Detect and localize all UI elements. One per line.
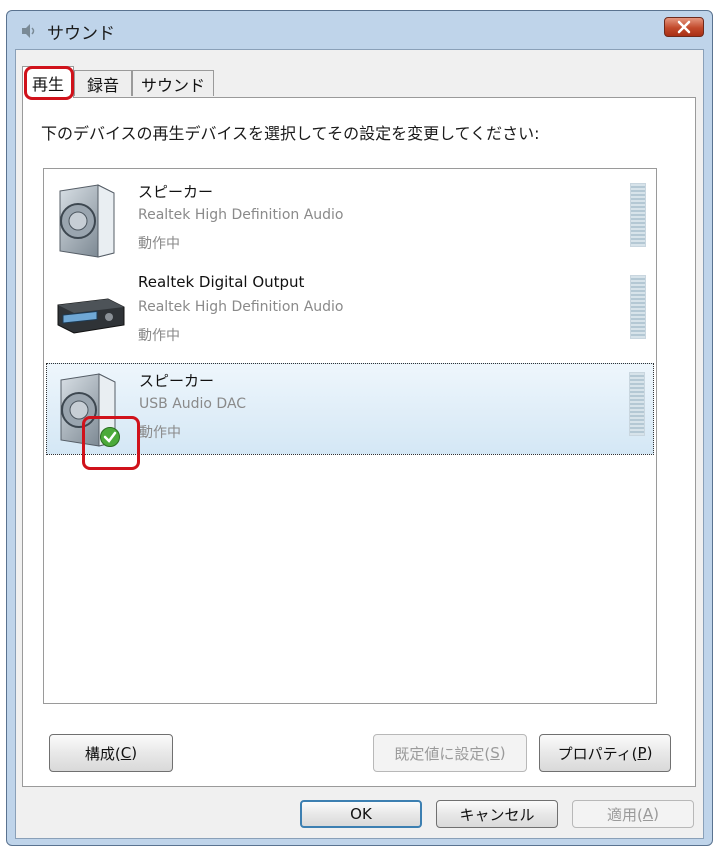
- device-item-realtek-digital-output[interactable]: Realtek Digital Output Realtek High Defi…: [46, 267, 654, 359]
- volume-meter: [629, 372, 645, 436]
- apply-accelerator: A: [642, 805, 654, 823]
- device-driver: USB Audio DAC: [139, 396, 247, 412]
- close-icon: [677, 20, 691, 34]
- device-status: 動作中: [138, 236, 180, 252]
- device-name: スピーカー: [139, 372, 215, 390]
- playback-device-list[interactable]: スピーカー Realtek High Definition Audio 動作中 …: [43, 168, 657, 704]
- volume-meter: [630, 183, 646, 247]
- cancel-button[interactable]: キャンセル: [436, 800, 558, 828]
- speaker-icon: [59, 184, 115, 258]
- tab-highlight-annotation: [24, 66, 74, 100]
- instruction-text: 下のデバイスの再生デバイスを選択してその設定を変更してください:: [41, 124, 540, 143]
- volume-meter: [630, 275, 646, 339]
- playback-panel: 下のデバイスの再生デバイスを選択してその設定を変更してください: スピーカー R…: [22, 97, 696, 787]
- configure-label: 構成(: [84, 744, 121, 763]
- properties-button[interactable]: プロパティ(P): [539, 734, 671, 772]
- device-driver: Realtek High Definition Audio: [138, 207, 344, 223]
- checkmark-highlight-annotation: [82, 416, 140, 470]
- device-name: Realtek Digital Output: [138, 273, 305, 291]
- device-status: 動作中: [139, 425, 181, 441]
- device-driver: Realtek High Definition Audio: [138, 299, 344, 315]
- window-title: サウンド: [47, 24, 115, 44]
- apply-label: 適用(: [607, 805, 643, 824]
- tab-sounds[interactable]: サウンド: [132, 70, 214, 96]
- configure-accelerator: C: [120, 744, 132, 762]
- properties-accelerator: P: [637, 744, 647, 762]
- close-button[interactable]: [664, 17, 704, 37]
- dialog-client-area: 再生 録音 サウンド 下のデバイスの再生デバイスを選択してその設定を変更してくだ…: [15, 49, 704, 839]
- set-default-label: 既定値に設定(: [394, 744, 491, 763]
- device-item-speaker-realtek[interactable]: スピーカー Realtek High Definition Audio 動作中: [46, 175, 654, 267]
- configure-label-end: ): [131, 744, 138, 762]
- set-default-button[interactable]: 既定値に設定(S): [373, 734, 527, 772]
- properties-label: プロパティ(: [557, 744, 638, 763]
- digital-output-device-icon: [57, 298, 125, 334]
- apply-button[interactable]: 適用(A): [572, 800, 694, 828]
- tab-recording[interactable]: 録音: [74, 70, 132, 96]
- sound-dialog-window: サウンド 再生 録音 サウンド 下のデバイスの再生デバイスを選択してその設定を変…: [6, 10, 713, 846]
- ok-button[interactable]: OK: [300, 800, 422, 828]
- title-bar: サウンド: [7, 11, 712, 49]
- device-name: スピーカー: [138, 183, 214, 201]
- properties-label-end: ): [646, 744, 653, 762]
- apply-label-end: ): [653, 805, 659, 823]
- set-default-label-end: ): [499, 744, 506, 762]
- configure-button[interactable]: 構成(C): [49, 734, 173, 772]
- speaker-small-icon: [22, 24, 35, 38]
- device-status: 動作中: [138, 328, 180, 344]
- set-default-accelerator: S: [490, 744, 500, 762]
- device-item-speaker-usb-dac[interactable]: スピーカー USB Audio DAC 動作中: [46, 363, 654, 470]
